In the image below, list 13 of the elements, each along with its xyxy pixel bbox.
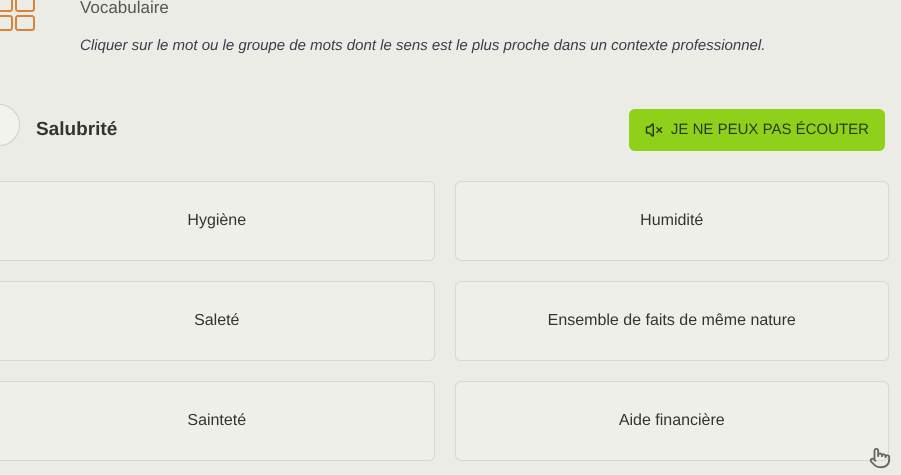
- answer-option[interactable]: Sainteté: [0, 381, 434, 461]
- muted-speaker-icon: [644, 121, 663, 139]
- grid-icon: [0, 0, 36, 32]
- answer-option[interactable]: Humidité: [454, 181, 889, 261]
- cannot-listen-button[interactable]: JE NE PEUX PAS ÉCOUTER: [628, 109, 885, 151]
- instruction-text: Cliquer sur le mot ou le groupe de mots dont le sens est le plus proche dans un contexte professionnel.: [80, 36, 766, 56]
- hand-cursor-icon: [869, 447, 891, 469]
- section-title: Vocabulaire: [80, 0, 170, 19]
- answer-option[interactable]: Saleté: [0, 281, 434, 361]
- answer-option[interactable]: Aide financière: [454, 381, 889, 461]
- question-word: Salubrité: [36, 118, 118, 142]
- answer-option[interactable]: Hygiène: [0, 181, 434, 261]
- answer-option[interactable]: Ensemble de faits de même nature: [454, 281, 889, 361]
